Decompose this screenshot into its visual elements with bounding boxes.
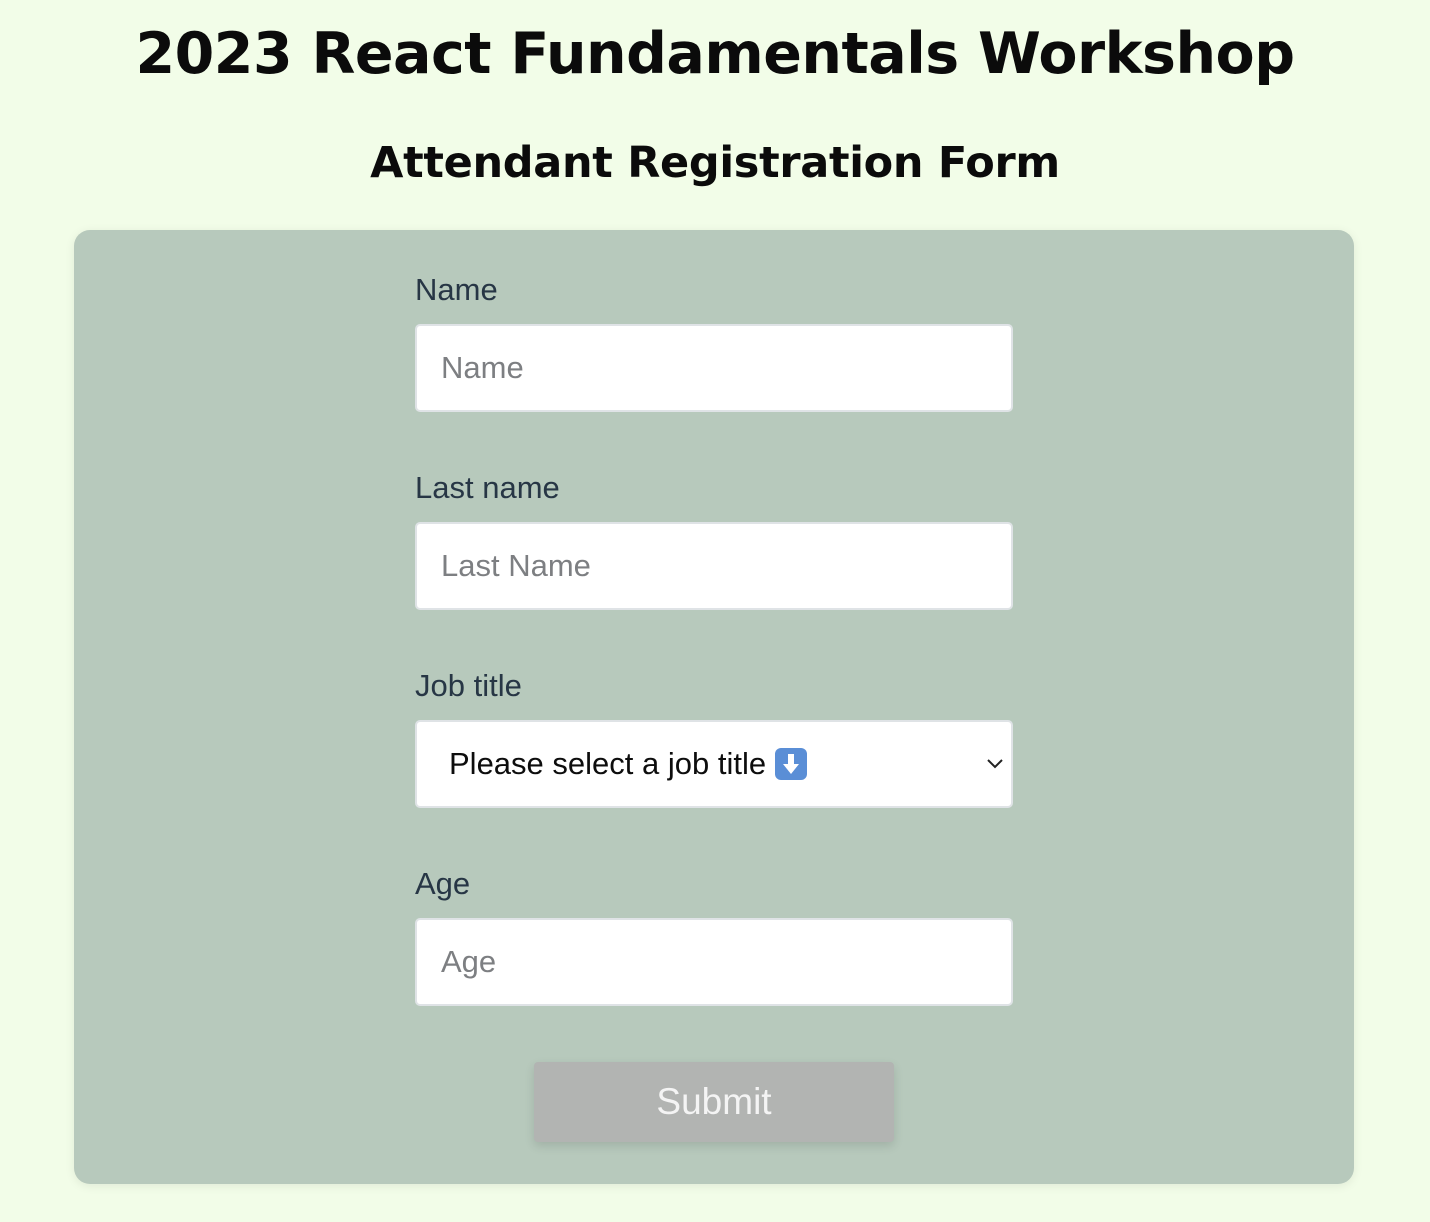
form-subtitle: Attendant Registration Form (370, 138, 1060, 188)
last-name-label: Last name (415, 470, 560, 505)
name-input[interactable]: Name (415, 324, 1013, 412)
last-name-placeholder: Last Name (441, 548, 591, 583)
name-placeholder: Name (441, 350, 524, 385)
age-label: Age (415, 866, 471, 901)
age-input[interactable]: Age (415, 918, 1013, 1006)
job-title-selected-text: Please select a job title (449, 746, 767, 781)
age-placeholder: Age (441, 944, 497, 979)
submit-button[interactable]: Submit (534, 1062, 894, 1142)
down-arrow-emoji-icon (775, 748, 808, 780)
job-title-select[interactable]: Please select a job title (415, 720, 1013, 808)
job-title-label: Job title (415, 668, 522, 703)
name-label: Name (415, 272, 498, 307)
registration-form: Name Name Last name Last Name Job title … (74, 230, 1354, 1184)
last-name-input[interactable]: Last Name (415, 522, 1013, 610)
chevron-down-icon (985, 756, 1005, 775)
job-title-selected: Please select a job title (449, 722, 808, 806)
page-title: 2023 React Fundamentals Workshop (135, 21, 1295, 87)
